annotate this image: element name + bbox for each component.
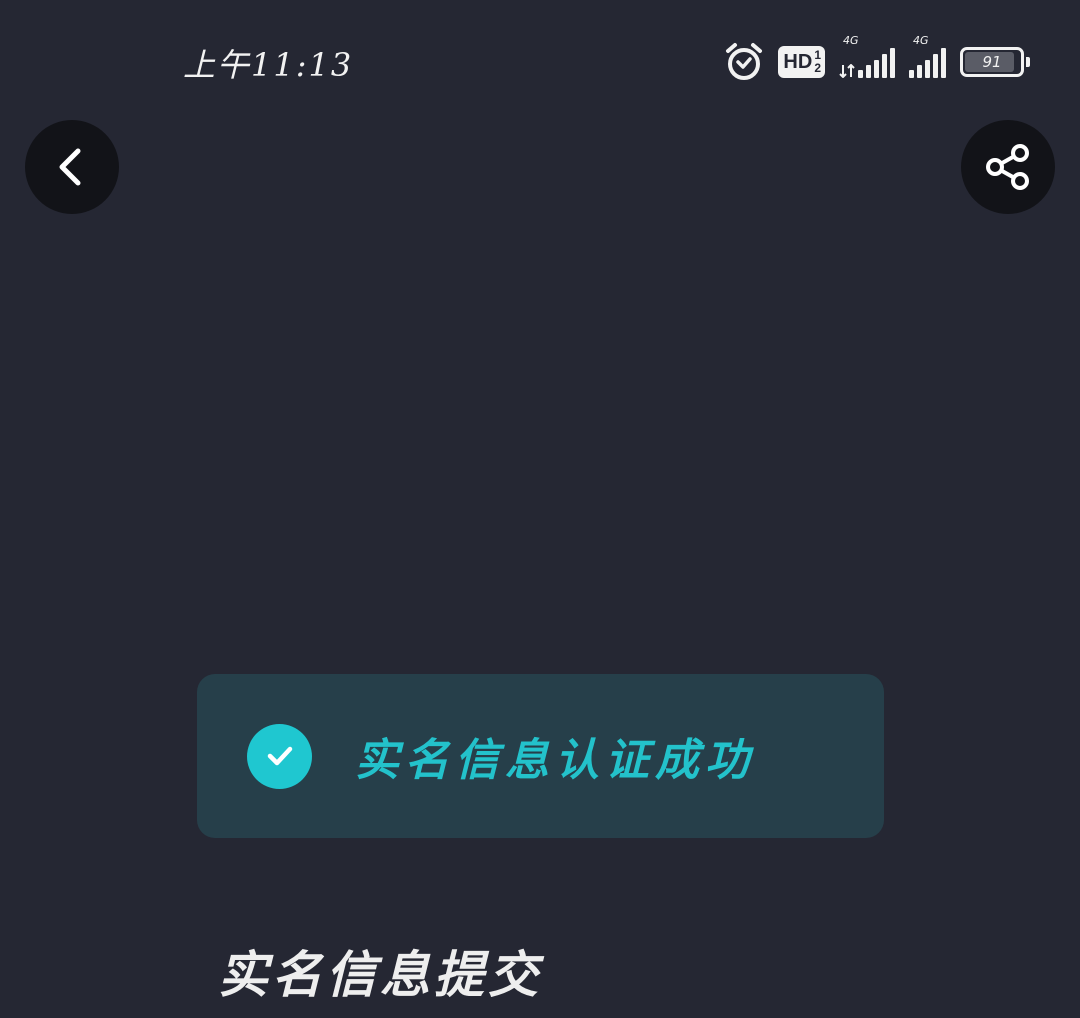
hd-voice-badge: HD 1 2 [778,46,825,78]
signal-strength-icon-2: 4G [909,34,946,78]
alarm-clock-icon [724,42,764,82]
network-type-1: 4G [843,34,859,47]
toast-message: 实名信息认证成功 [355,735,755,786]
hd-fraction: 1 2 [814,49,821,75]
check-circle-icon [247,723,312,789]
hd-label: HD [783,50,813,73]
status-icons: HD 1 2 4G 4G 91 [724,34,1030,84]
success-toast: 实名信息认证成功 [197,674,884,838]
network-type-2: 4G [913,34,929,47]
battery-icon: 91 [960,47,1030,77]
signal-strength-icon-1: 4G [839,34,895,78]
data-arrows-icon [839,64,855,78]
battery-tip [1026,57,1030,67]
screen: 上午11:13 HD 1 2 4G 4G 91 实名信息认证成功 实名信息提交 [0,0,1080,1018]
share-button[interactable] [961,120,1055,214]
section-title: 实名信息提交 [218,945,542,1004]
hd-sub: 2 [814,61,821,75]
chevron-left-icon [59,148,81,186]
back-button[interactable] [25,120,119,214]
share-icon [986,144,1029,190]
battery-body: 91 [960,47,1024,77]
status-time: 上午11:13 [183,46,354,84]
battery-level: 91 [982,53,1002,71]
